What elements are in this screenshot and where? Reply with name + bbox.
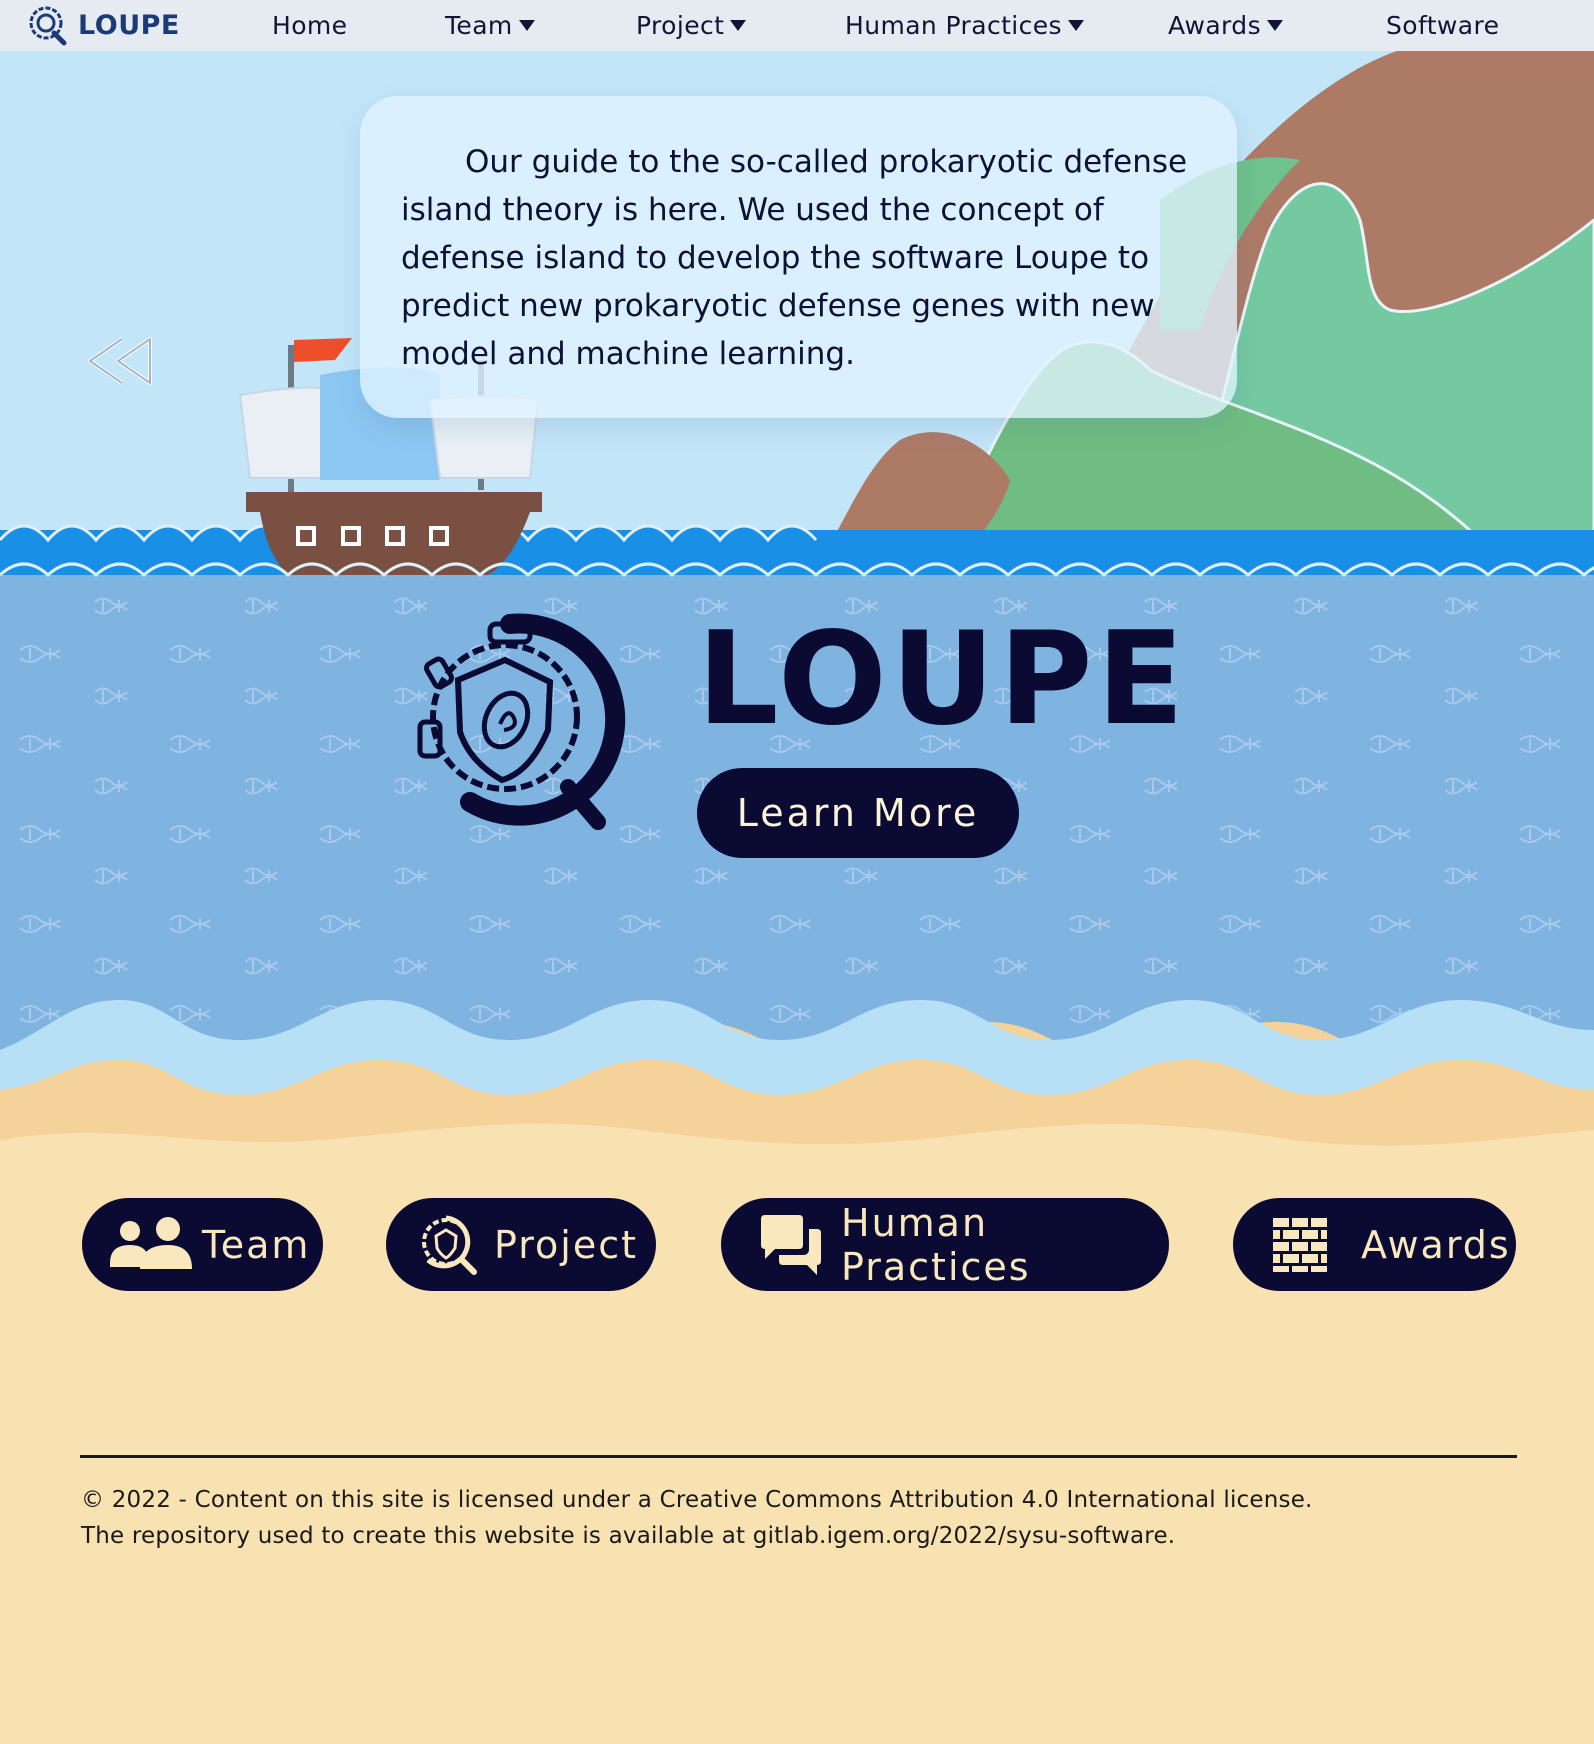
nav-home[interactable]: Home — [272, 0, 347, 51]
caret-down-icon — [1267, 20, 1283, 31]
intro-text: Our guide to the so-called prokaryotic d… — [401, 144, 1188, 372]
double-chevron-left-icon[interactable] — [84, 335, 154, 387]
loupe-logo-icon — [417, 613, 626, 830]
loupe-logo-icon — [418, 1214, 480, 1276]
footer-license-text: © 2022 - Content on this site is license… — [81, 1487, 1313, 1513]
top-navbar: LOUPE Home Team Project Human Practices … — [0, 0, 1594, 51]
footer-repository-text: The repository used to create this websi… — [81, 1523, 1176, 1549]
hero-title: LOUPE — [697, 605, 1188, 754]
nav-project[interactable]: Project — [636, 0, 747, 51]
nav-team-label: Team — [445, 11, 513, 40]
awards-button-label: Awards — [1361, 1222, 1511, 1267]
footer-divider — [80, 1455, 1517, 1458]
users-icon — [110, 1216, 192, 1273]
human-practices-button-label: Human Practices — [841, 1200, 1031, 1289]
learn-more-label: Learn More — [736, 791, 980, 835]
project-button-label: Project — [494, 1222, 639, 1267]
project-button[interactable]: Project — [386, 1198, 656, 1291]
loupe-logo-icon — [29, 6, 67, 46]
nav-team[interactable]: Team — [445, 0, 535, 51]
nav-software-label: Software — [1386, 11, 1500, 40]
nav-project-label: Project — [636, 11, 725, 40]
intro-card: Our guide to the so-called prokaryotic d… — [360, 96, 1237, 418]
learn-more-button[interactable]: Learn More — [697, 768, 1019, 858]
nav-human-practices-label: Human Practices — [845, 11, 1062, 40]
nav-home-label: Home — [272, 11, 348, 40]
nav-human-practices[interactable]: Human Practices — [845, 0, 1084, 51]
nav-awards-label: Awards — [1168, 11, 1261, 40]
caret-down-icon — [1068, 20, 1084, 31]
footer: © 2022 - Content on this site is license… — [81, 1482, 1313, 1554]
human-practices-button[interactable]: Human Practices — [721, 1198, 1169, 1291]
team-button-label: Team — [202, 1222, 311, 1267]
caret-down-icon — [730, 20, 747, 31]
awards-button[interactable]: Awards — [1233, 1198, 1516, 1291]
brand-name: LOUPE — [78, 9, 180, 41]
bricks-icon — [1273, 1217, 1327, 1272]
caret-down-icon — [518, 20, 535, 31]
chat-bubbles-icon — [759, 1214, 823, 1275]
team-button[interactable]: Team — [82, 1198, 323, 1291]
brand-link[interactable]: LOUPE — [26, 3, 180, 47]
nav-awards[interactable]: Awards — [1168, 0, 1283, 51]
nav-software[interactable]: Software — [1386, 0, 1499, 51]
